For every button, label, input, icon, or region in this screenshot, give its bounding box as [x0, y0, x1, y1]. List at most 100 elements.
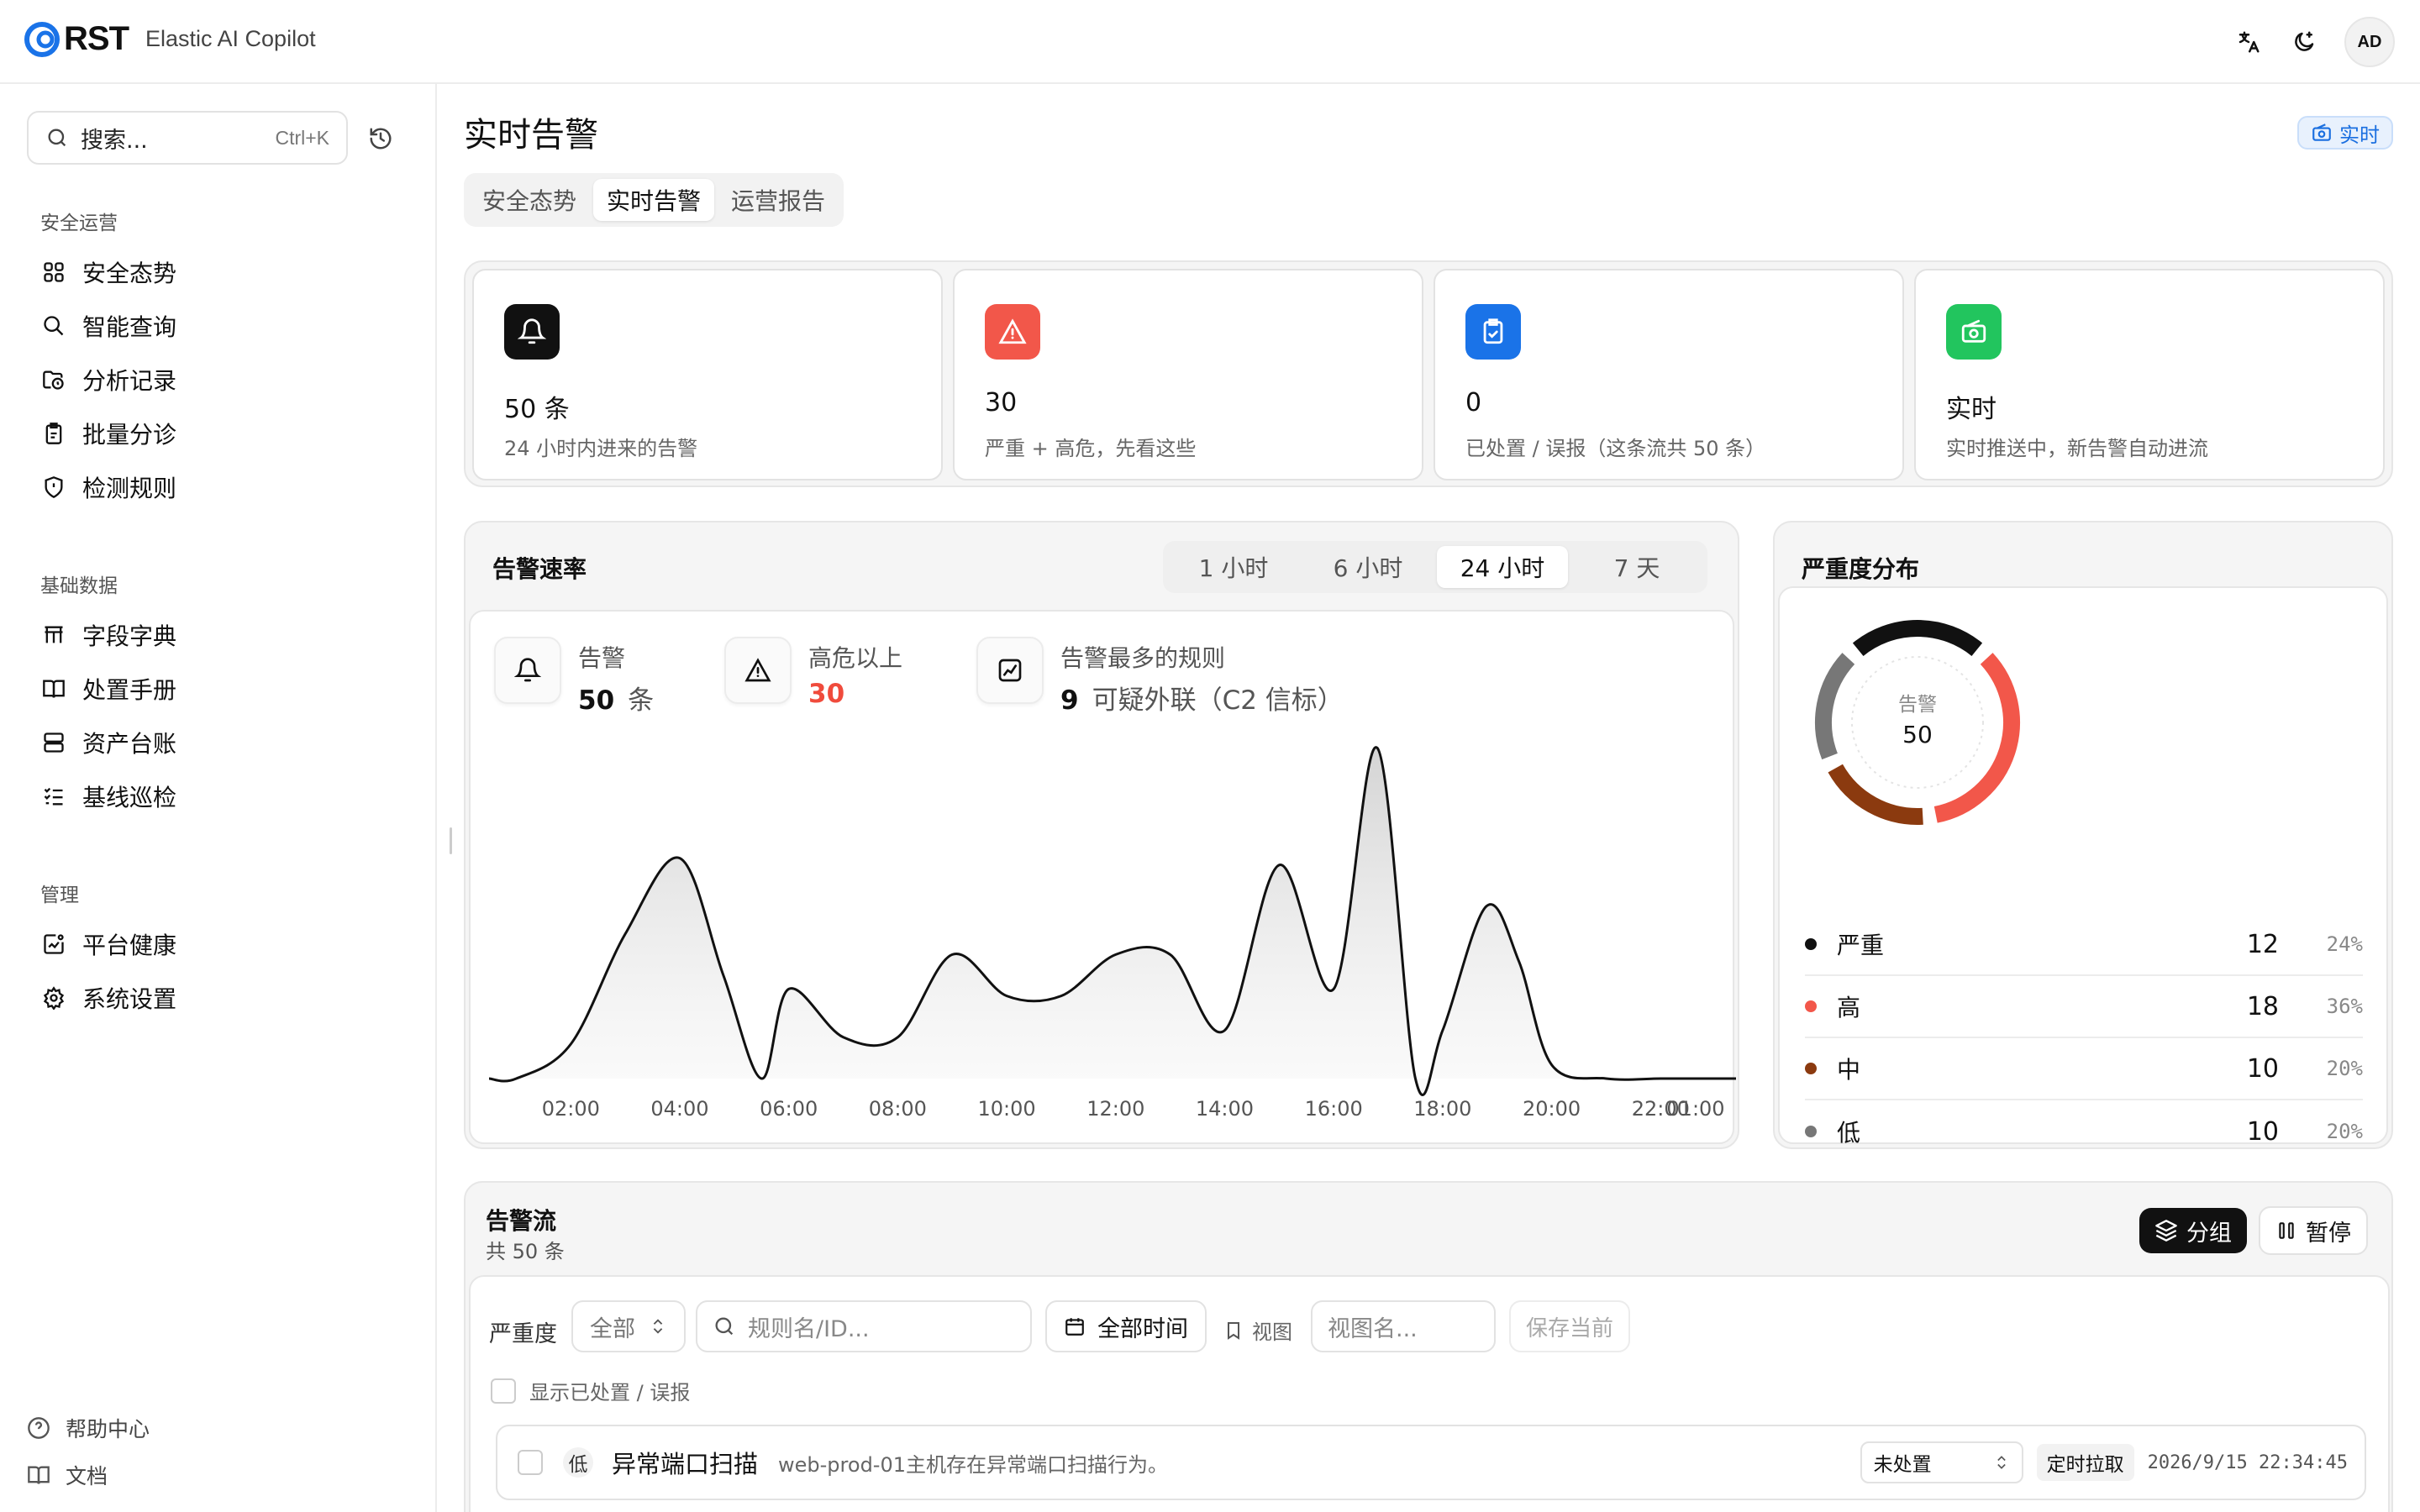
- tab-security-posture[interactable]: 安全态势: [469, 179, 590, 221]
- sidebar-item-analysis-records[interactable]: 分析记录: [40, 360, 176, 400]
- shield-alert-icon: [40, 474, 67, 501]
- server-icon: [40, 729, 67, 756]
- sidebar-item-security-posture[interactable]: 安全态势: [40, 252, 176, 292]
- live-badge-label: 实时: [2339, 123, 2380, 147]
- help-center-link[interactable]: 帮助中心: [27, 1413, 150, 1443]
- sidebar-search-input[interactable]: 搜索... Ctrl+K: [27, 111, 348, 165]
- pause-button[interactable]: 暂停: [2259, 1206, 2368, 1255]
- clipboard-icon: [40, 420, 67, 447]
- logo[interactable]: RST Elastic AI Copilot: [24, 20, 316, 58]
- sidebar-item-label: 批量分诊: [82, 421, 177, 449]
- legend-row[interactable]: 高 18 36%: [1805, 976, 2363, 1038]
- live-status-badge: 实时: [2297, 116, 2393, 150]
- stat-value: 0: [1465, 388, 1482, 417]
- show-handled-toggle[interactable]: 显示已处置 / 误报: [491, 1376, 690, 1405]
- range-6h[interactable]: 6 小时: [1302, 546, 1434, 588]
- docs-link[interactable]: 文档: [27, 1460, 108, 1490]
- donut-slice[interactable]: [1933, 653, 2020, 823]
- legend-row[interactable]: 中 10 20%: [1805, 1038, 2363, 1100]
- show-handled-checkbox[interactable]: [491, 1378, 516, 1404]
- legend-count: 10: [2246, 1116, 2279, 1147]
- book-open-icon: [40, 675, 67, 702]
- legend-dot: [1805, 1126, 1817, 1137]
- legend-percent: 24%: [2326, 932, 2363, 956]
- sidebar-item-smart-query[interactable]: 智能查询: [40, 306, 176, 346]
- status-select[interactable]: 未处置: [1860, 1441, 2023, 1483]
- stat-value: 实时: [1946, 395, 1996, 424]
- sidebar-item-label: 处置手册: [82, 676, 177, 704]
- history-icon[interactable]: [368, 126, 393, 151]
- tab-realtime-alerts[interactable]: 实时告警: [593, 179, 715, 221]
- alert-description: web-prod-01主机存在异常端口扫描行为。: [778, 1452, 1168, 1477]
- avatar[interactable]: AD: [2344, 17, 2395, 67]
- time-range-button[interactable]: 全部时间: [1045, 1300, 1207, 1352]
- sidebar-item-batch-triage[interactable]: 批量分诊: [40, 413, 176, 454]
- chevron-updown-icon: [1996, 1456, 2006, 1469]
- alert-rule-name[interactable]: 异常端口扫描: [612, 1445, 758, 1480]
- x-tick-label: 20:00: [1523, 1097, 1581, 1121]
- stats-row: 50 条 24 小时内进来的告警 30 严重 + 高危，先看这些 0 已处置 /…: [464, 260, 2393, 487]
- legend-count: 12: [2246, 929, 2279, 959]
- x-tick-label: 06:00: [760, 1097, 818, 1121]
- x-tick-label: 16:00: [1305, 1097, 1363, 1121]
- search-icon: [40, 312, 67, 339]
- sidebar-item-label: 系统设置: [82, 985, 177, 1013]
- alert-rate-chart-panel: 告警 50 条 高危以上 30 告警最多的规则 9 可疑外联（C2 信标） 02…: [469, 610, 1736, 1144]
- translate-icon[interactable]: [2233, 27, 2264, 57]
- sidebar-item-label: 检测规则: [82, 475, 177, 502]
- stat-card-realtime: 实时 实时推送中，新告警自动进流: [1914, 269, 2385, 480]
- sidebar-item-field-dictionary[interactable]: 字段字典: [40, 615, 176, 655]
- sidebar: 搜索... Ctrl+K 安全运营 安全态势 智能查询 分析记录 批量分诊 检测…: [0, 84, 437, 1512]
- donut-center-label: 告警: [1898, 694, 1937, 716]
- sidebar-item-baseline-check[interactable]: 基线巡检: [40, 776, 176, 816]
- x-tick-label: 14:00: [1196, 1097, 1254, 1121]
- stat-desc: 已处置 / 误报（这条流共 50 条）: [1465, 437, 1766, 460]
- theme-toggle-icon[interactable]: [2289, 27, 2319, 57]
- donut-slice[interactable]: [1815, 653, 1855, 760]
- logo-mark-icon: [24, 21, 60, 57]
- source-badge: 定时拉取: [2036, 1444, 2134, 1481]
- range-24h[interactable]: 24 小时: [1437, 546, 1568, 588]
- row-checkbox[interactable]: [518, 1450, 543, 1475]
- view-name-input[interactable]: 视图名...: [1311, 1300, 1496, 1352]
- nav-section-base-data: 基础数据: [40, 575, 118, 597]
- sidebar-item-label: 基线巡检: [82, 784, 177, 811]
- grid-icon: [40, 259, 67, 286]
- pause-button-label: 暂停: [2306, 1220, 2351, 1247]
- x-tick-label: 08:00: [869, 1097, 927, 1121]
- legend-count: 10: [2246, 1053, 2279, 1084]
- group-button[interactable]: 分组: [2139, 1208, 2247, 1253]
- nav-section-security-ops: 安全运营: [40, 213, 118, 234]
- donut-slice[interactable]: [1828, 764, 1923, 825]
- save-view-button[interactable]: 保存当前: [1509, 1300, 1630, 1352]
- severity-select[interactable]: 全部: [571, 1300, 686, 1352]
- sidebar-item-detection-rules[interactable]: 检测规则: [40, 467, 176, 507]
- sidebar-item-playbook[interactable]: 处置手册: [40, 669, 176, 709]
- legend-row[interactable]: 严重 12 24%: [1805, 914, 2363, 976]
- legend-row[interactable]: 低 10 20%: [1805, 1100, 2363, 1163]
- legend-dot: [1805, 1063, 1817, 1074]
- legend-percent: 20%: [2326, 1057, 2363, 1080]
- severity-distribution-card: 严重度分布 告警 50 严重 12 24% 高 18 36% 中 10 20% 低 10 20%: [1773, 521, 2393, 1149]
- sidebar-item-platform-health[interactable]: 平台健康: [40, 924, 176, 964]
- legend-name: 严重: [1837, 932, 1885, 959]
- time-range-label: 全部时间: [1097, 1315, 1188, 1342]
- view-name-placeholder: 视图名...: [1328, 1315, 1418, 1342]
- legend-percent: 36%: [2326, 995, 2363, 1018]
- radio-icon: [2312, 123, 2331, 141]
- tab-ops-report[interactable]: 运营报告: [718, 179, 839, 221]
- alert-row[interactable]: 低 异常端口扫描 web-prod-01主机存在异常端口扫描行为。 未处置 定时…: [496, 1425, 2366, 1500]
- range-7d[interactable]: 7 天: [1571, 546, 1702, 588]
- range-1h[interactable]: 1 小时: [1168, 546, 1299, 588]
- rule-search-input[interactable]: 规则名/ID...: [696, 1300, 1032, 1352]
- group-button-label: 分组: [2186, 1220, 2232, 1247]
- sidebar-resize-handle[interactable]: [450, 827, 452, 854]
- sidebar-item-asset-ledger[interactable]: 资产台账: [40, 722, 176, 763]
- donut-slice[interactable]: [1852, 620, 1983, 657]
- page-tabs: 安全态势 实时告警 运营报告: [464, 173, 844, 227]
- top-bar: RST Elastic AI Copilot AD: [0, 0, 2420, 84]
- legend-count: 18: [2246, 991, 2279, 1021]
- sidebar-item-system-settings[interactable]: 系统设置: [40, 978, 176, 1018]
- stat-card-total: 50 条 24 小时内进来的告警: [472, 269, 943, 480]
- legend-name: 低: [1837, 1119, 1861, 1147]
